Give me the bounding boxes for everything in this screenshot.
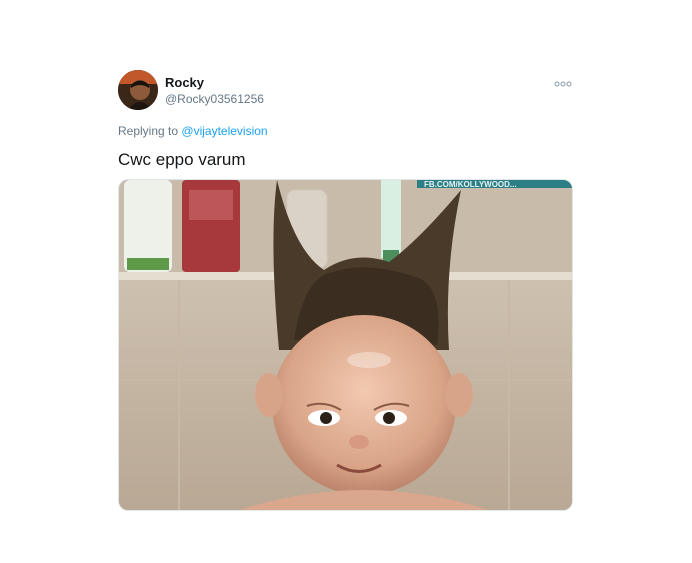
replying-to-link[interactable]: @vijaytelevision (181, 124, 267, 138)
media-watermark: FB.COM/KOLLYWOOD... (424, 180, 517, 189)
tweet-author: Rocky @Rocky03561256 (165, 76, 264, 107)
user-handle[interactable]: @Rocky03561256 (165, 92, 264, 106)
display-name[interactable]: Rocky (165, 76, 264, 90)
tweet-text: Cwc eppo varum (118, 150, 246, 169)
more-dots-icon[interactable] (553, 76, 573, 87)
tweet-media-image[interactable]: FB.COM/KOLLYWOOD... (118, 179, 573, 511)
avatar-image (118, 70, 158, 110)
replying-to-line: Replying to @vijaytelevision (118, 124, 268, 138)
avatar[interactable] (118, 70, 158, 110)
replying-to-label: Replying to (118, 124, 179, 138)
